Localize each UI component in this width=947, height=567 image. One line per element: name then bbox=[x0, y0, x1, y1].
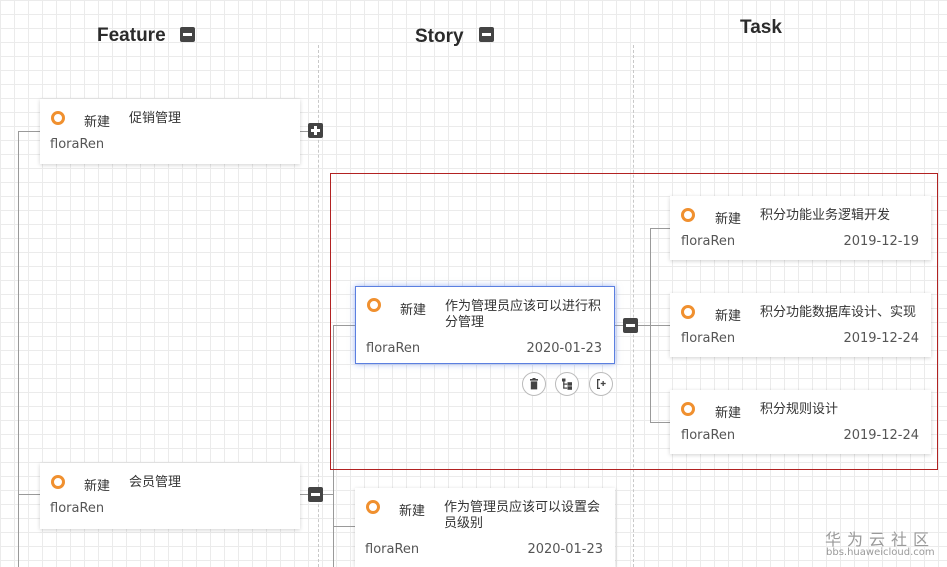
owner-label: floraRen bbox=[50, 137, 105, 152]
feature-card[interactable]: 新建 会员管理 floraRen bbox=[40, 463, 300, 529]
tree-line bbox=[18, 131, 40, 132]
tree-line bbox=[300, 131, 308, 132]
owner-label: floraRen bbox=[365, 542, 420, 557]
owner-label: floraRen bbox=[50, 501, 105, 516]
tree-line bbox=[18, 494, 40, 495]
highlight-annotation-box bbox=[330, 173, 938, 470]
card-title: 促销管理 bbox=[129, 111, 182, 126]
card-title: 会员管理 bbox=[129, 475, 182, 490]
tree-line bbox=[333, 526, 355, 527]
status-label: 新建 bbox=[84, 115, 111, 130]
tree-line bbox=[300, 494, 308, 495]
tree-line bbox=[18, 131, 19, 567]
status-circle-icon bbox=[51, 111, 65, 125]
expand-feature-button[interactable] bbox=[308, 123, 323, 138]
column-header-feature: Feature bbox=[97, 25, 166, 46]
feature-card[interactable]: 新建 促销管理 floraRen bbox=[40, 99, 300, 164]
column-header-story: Story bbox=[415, 26, 464, 47]
card-title: 作为管理员应该可以设置会员级别 bbox=[444, 500, 601, 531]
status-circle-icon bbox=[51, 475, 65, 489]
story-card[interactable]: 新建 作为管理员应该可以设置会员级别 floraRen 2020-01-23 bbox=[355, 488, 615, 567]
date-label: 2020-01-23 bbox=[527, 542, 603, 557]
feature-column-collapse-button[interactable] bbox=[180, 27, 195, 42]
tree-line bbox=[323, 494, 333, 495]
story-column-collapse-button[interactable] bbox=[479, 27, 494, 42]
watermark-url: bbs.huaweicloud.com bbox=[826, 547, 935, 558]
status-label: 新建 bbox=[84, 479, 111, 494]
status-circle-icon bbox=[366, 500, 380, 514]
status-label: 新建 bbox=[399, 504, 426, 519]
column-header-task: Task bbox=[740, 17, 782, 38]
collapse-feature-button[interactable] bbox=[308, 487, 323, 502]
